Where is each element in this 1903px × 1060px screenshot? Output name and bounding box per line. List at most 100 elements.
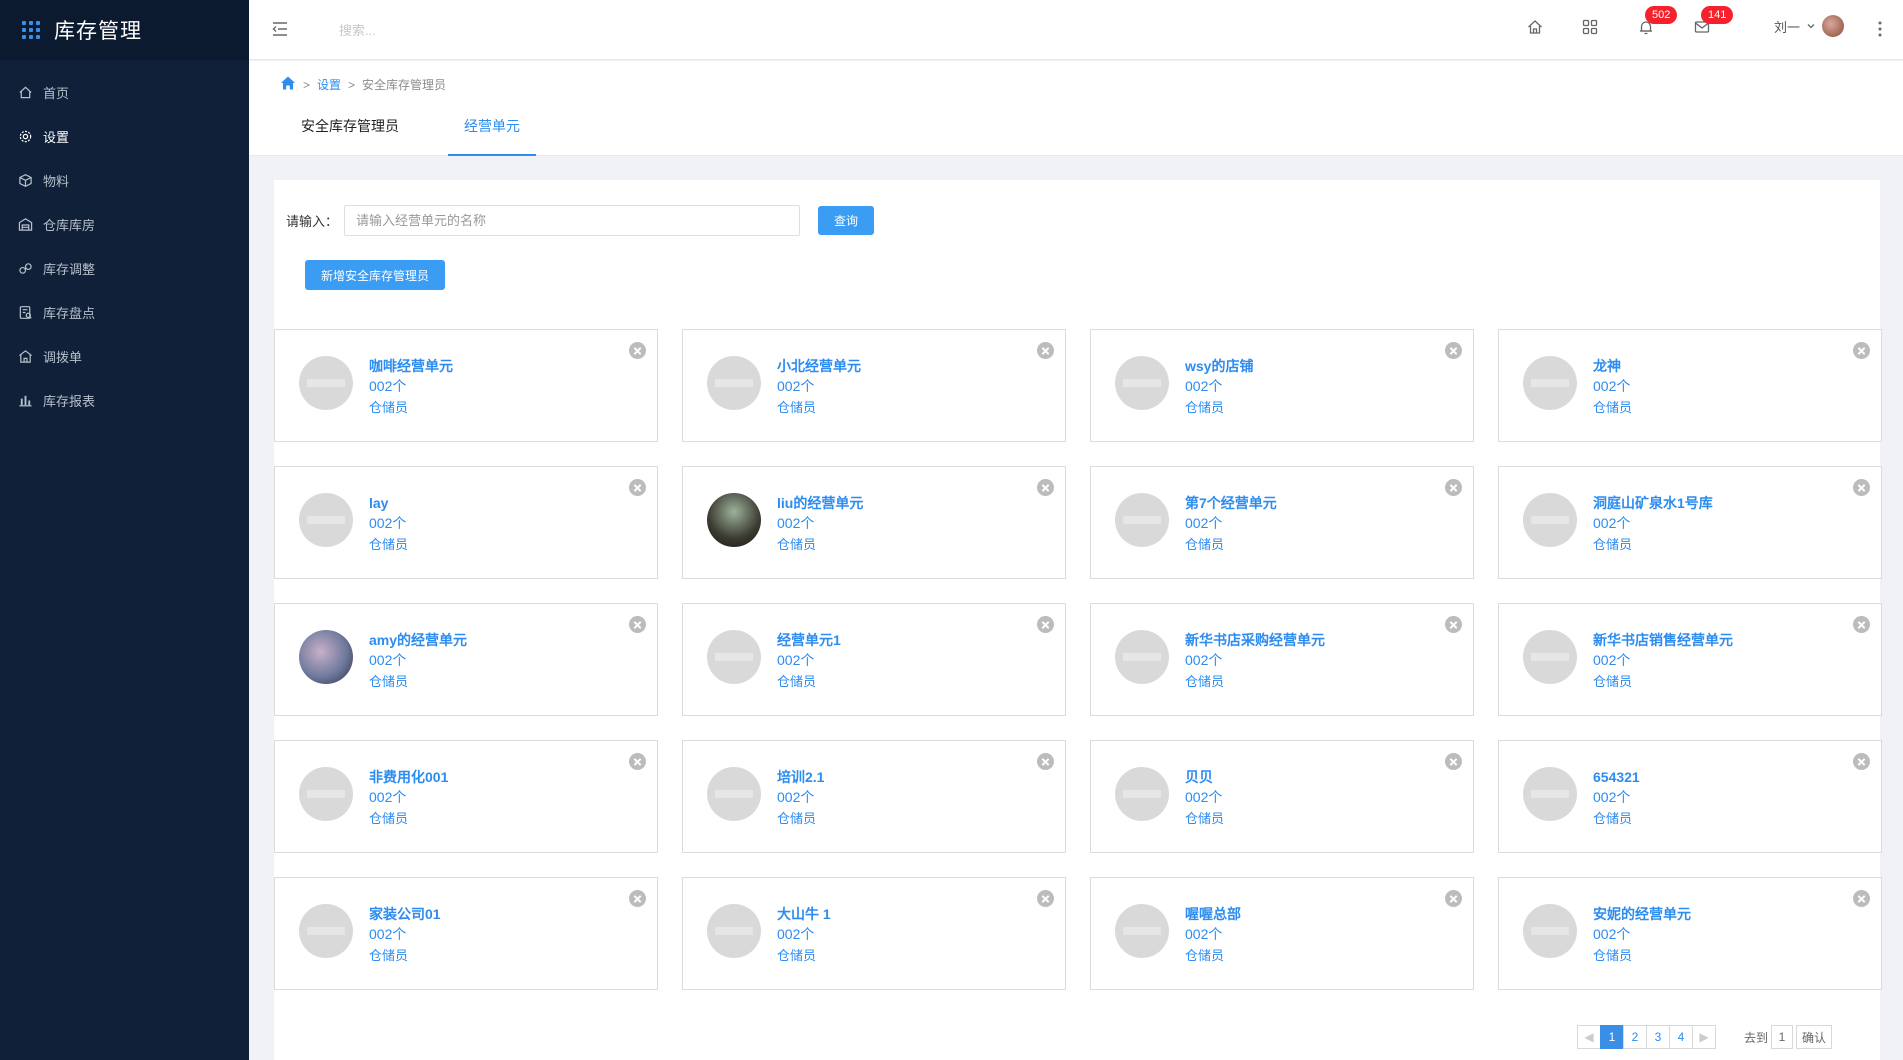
menu-fold-icon[interactable] bbox=[270, 19, 290, 39]
business-unit-card[interactable]: 洞庭山矿泉水1号库 002个 仓储员 bbox=[1498, 466, 1882, 579]
close-icon[interactable] bbox=[1037, 342, 1054, 359]
sidebar-item-home[interactable]: 首页 bbox=[0, 70, 249, 114]
card-title[interactable]: 小北经营单元 bbox=[777, 356, 861, 376]
business-unit-card[interactable]: 新华书店采购经营单元 002个 仓储员 bbox=[1090, 603, 1474, 716]
card-title[interactable]: 喔喔总部 bbox=[1185, 904, 1241, 924]
sidebar-item-warehouse[interactable]: 仓库库房 bbox=[0, 202, 249, 246]
close-icon[interactable] bbox=[1445, 753, 1462, 770]
card-title[interactable]: 新华书店采购经营单元 bbox=[1185, 630, 1325, 650]
card-title[interactable]: 培训2.1 bbox=[777, 767, 824, 787]
card-title[interactable]: 654321 bbox=[1593, 767, 1640, 787]
close-icon[interactable] bbox=[1853, 753, 1870, 770]
next-page-icon[interactable]: ▶ bbox=[1692, 1025, 1716, 1049]
card-count: 002个 bbox=[777, 515, 815, 531]
page-4[interactable]: 4 bbox=[1669, 1025, 1693, 1049]
business-unit-card[interactable]: lay 002个 仓储员 bbox=[274, 466, 658, 579]
close-icon[interactable] bbox=[629, 753, 646, 770]
close-icon[interactable] bbox=[1853, 890, 1870, 907]
apps-grid-icon[interactable] bbox=[1581, 18, 1599, 36]
close-icon[interactable] bbox=[1037, 890, 1054, 907]
sidebar-item-stocktake[interactable]: 库存盘点 bbox=[0, 290, 249, 334]
bell-icon[interactable]: 502 bbox=[1637, 6, 1678, 36]
business-unit-card[interactable]: amy的经营单元 002个 仓储员 bbox=[274, 603, 658, 716]
app-grid-icon[interactable] bbox=[22, 21, 40, 39]
business-unit-card[interactable]: 安妮的经营单元 002个 仓储员 bbox=[1498, 877, 1882, 990]
business-unit-name-input[interactable] bbox=[344, 205, 801, 236]
close-icon[interactable] bbox=[629, 890, 646, 907]
business-unit-card[interactable]: 龙神 002个 仓储员 bbox=[1498, 329, 1882, 442]
sidebar-item-settings[interactable]: 设置 bbox=[0, 114, 249, 158]
close-icon[interactable] bbox=[1037, 753, 1054, 770]
card-title[interactable]: 非费用化001 bbox=[369, 767, 448, 787]
home-icon[interactable] bbox=[1526, 18, 1544, 36]
card-title[interactable]: amy的经营单元 bbox=[369, 630, 467, 650]
sidebar-item-transfer[interactable]: 调拨单 bbox=[0, 334, 249, 378]
business-unit-card[interactable]: 大山牛 1 002个 仓储员 bbox=[682, 877, 1066, 990]
close-icon[interactable] bbox=[1037, 616, 1054, 633]
mail-icon[interactable]: 141 bbox=[1693, 6, 1734, 36]
business-unit-card[interactable]: wsy的店铺 002个 仓储员 bbox=[1090, 329, 1474, 442]
close-icon[interactable] bbox=[1853, 479, 1870, 496]
page-1[interactable]: 1 bbox=[1600, 1025, 1624, 1049]
sidebar-item-material[interactable]: 物料 bbox=[0, 158, 249, 202]
goto-page-input[interactable] bbox=[1771, 1025, 1794, 1049]
close-icon[interactable] bbox=[1445, 616, 1462, 633]
close-icon[interactable] bbox=[1445, 342, 1462, 359]
main-panel: 请输入： 查询 新增安全库存管理员 咖啡经营单元002个仓储员小北经营单元002… bbox=[274, 180, 1882, 1060]
business-unit-card[interactable]: 家装公司01 002个 仓储员 bbox=[274, 877, 658, 990]
business-unit-card[interactable]: 咖啡经营单元 002个 仓储员 bbox=[274, 329, 658, 442]
card-title[interactable]: 贝贝 bbox=[1185, 767, 1224, 787]
card-count: 002个 bbox=[777, 926, 815, 942]
sidebar-item-stock-adjust[interactable]: 库存调整 bbox=[0, 246, 249, 290]
page-2[interactable]: 2 bbox=[1623, 1025, 1647, 1049]
card-title[interactable]: 经营单元1 bbox=[777, 630, 841, 650]
card-title[interactable]: 第7个经营单元 bbox=[1185, 493, 1277, 513]
close-icon[interactable] bbox=[1853, 342, 1870, 359]
close-icon[interactable] bbox=[1445, 479, 1462, 496]
business-unit-card[interactable]: 小北经营单元 002个 仓储员 bbox=[682, 329, 1066, 442]
tab-business-unit[interactable]: 经营单元 bbox=[448, 101, 536, 156]
business-unit-card[interactable]: 第7个经营单元 002个 仓储员 bbox=[1090, 466, 1474, 579]
close-icon[interactable] bbox=[1853, 616, 1870, 633]
more-vertical-icon[interactable] bbox=[1878, 20, 1882, 38]
avatar bbox=[299, 904, 353, 958]
card-title[interactable]: liu的经营单元 bbox=[777, 493, 863, 513]
business-unit-card[interactable]: 贝贝 002个 仓储员 bbox=[1090, 740, 1474, 853]
prev-page-icon[interactable]: ◀ bbox=[1577, 1025, 1601, 1049]
card-title[interactable]: 龙神 bbox=[1593, 356, 1632, 376]
card-count: 002个 bbox=[1185, 515, 1223, 531]
close-icon[interactable] bbox=[629, 616, 646, 633]
business-unit-card[interactable]: 培训2.1 002个 仓储员 bbox=[682, 740, 1066, 853]
close-icon[interactable] bbox=[1037, 479, 1054, 496]
card-info: 洞庭山矿泉水1号库 002个 仓储员 bbox=[1593, 493, 1713, 555]
card-title[interactable]: 安妮的经营单元 bbox=[1593, 904, 1691, 924]
business-unit-card[interactable]: 喔喔总部 002个 仓储员 bbox=[1090, 877, 1474, 990]
close-icon[interactable] bbox=[629, 342, 646, 359]
card-title[interactable]: 咖啡经营单元 bbox=[369, 356, 453, 376]
breadcrumb-settings[interactable]: 设置 bbox=[317, 76, 341, 93]
home-icon[interactable] bbox=[280, 75, 296, 94]
sidebar-item-report[interactable]: 库存报表 bbox=[0, 378, 249, 422]
card-title[interactable]: wsy的店铺 bbox=[1185, 356, 1253, 376]
breadcrumb-current: 安全库存管理员 bbox=[362, 78, 447, 92]
close-icon[interactable] bbox=[629, 479, 646, 496]
search-input[interactable] bbox=[339, 19, 539, 41]
card-title[interactable]: 新华书店销售经营单元 bbox=[1593, 630, 1733, 650]
query-button[interactable]: 查询 bbox=[818, 206, 875, 235]
card-title[interactable]: 家装公司01 bbox=[369, 904, 441, 924]
goto-confirm-button[interactable]: 确认 bbox=[1796, 1025, 1833, 1049]
user-menu[interactable]: 刘一 bbox=[1774, 15, 1845, 37]
business-unit-card[interactable]: 654321 002个 仓储员 bbox=[1498, 740, 1882, 853]
close-icon[interactable] bbox=[1445, 890, 1462, 907]
add-safety-stock-admin-button[interactable]: 新增安全库存管理员 bbox=[305, 260, 445, 290]
tab-safety-stock-admin[interactable]: 安全库存管理员 bbox=[280, 101, 420, 156]
business-unit-card[interactable]: liu的经营单元 002个 仓储员 bbox=[682, 466, 1066, 579]
card-title[interactable]: lay bbox=[369, 493, 408, 513]
avatar bbox=[707, 904, 761, 958]
card-title[interactable]: 洞庭山矿泉水1号库 bbox=[1593, 493, 1713, 513]
page-3[interactable]: 3 bbox=[1646, 1025, 1670, 1049]
business-unit-card[interactable]: 非费用化001 002个 仓储员 bbox=[274, 740, 658, 853]
business-unit-card[interactable]: 新华书店销售经营单元 002个 仓储员 bbox=[1498, 603, 1882, 716]
business-unit-card[interactable]: 经营单元1 002个 仓储员 bbox=[682, 603, 1066, 716]
card-title[interactable]: 大山牛 1 bbox=[777, 904, 831, 924]
